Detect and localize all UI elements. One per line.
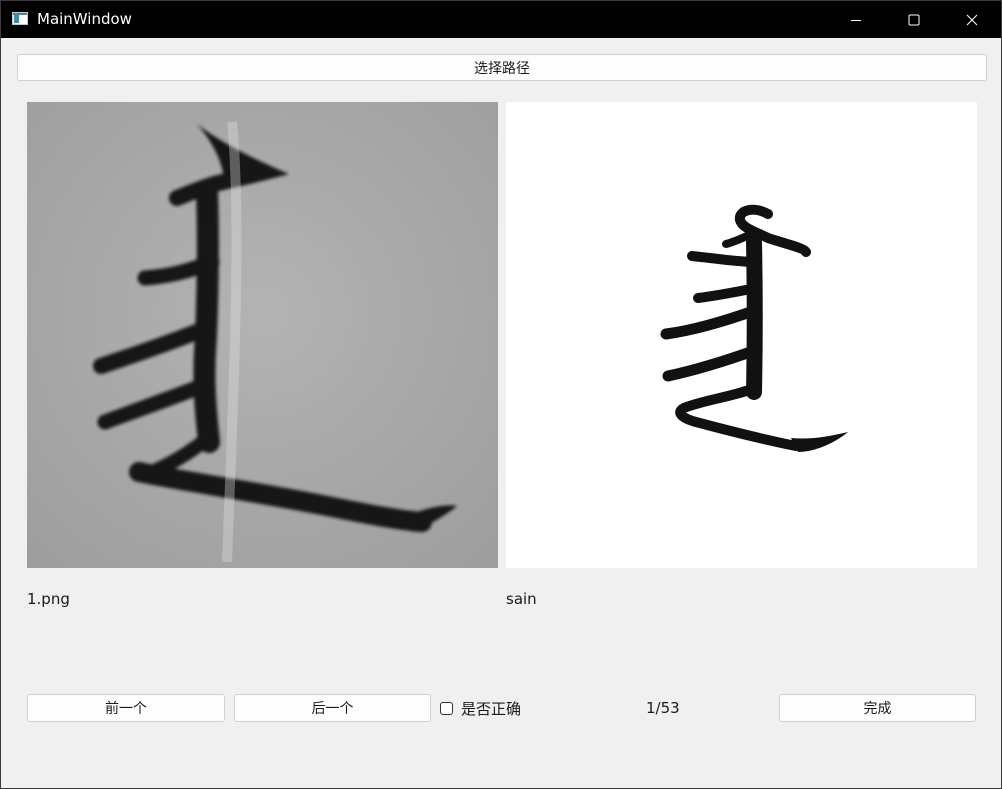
title-bar[interactable]: MainWindow <box>1 1 1001 38</box>
source-filename: 1.png <box>27 590 70 608</box>
select-path-button[interactable]: 选择路径 <box>17 54 987 81</box>
checkbox-box[interactable] <box>440 701 453 715</box>
next-button[interactable]: 后一个 <box>234 694 431 722</box>
maximize-button[interactable] <box>885 1 943 38</box>
app-icon <box>12 12 28 25</box>
predicted-image <box>506 102 977 568</box>
predicted-label: sain <box>506 590 537 608</box>
correct-checkbox[interactable]: 是否正确 <box>440 698 521 718</box>
page-counter: 1/53 <box>646 699 680 717</box>
main-window: MainWindow 选择路径 1.png sain 前一个 后一个 是否正确 … <box>0 0 1002 789</box>
done-button[interactable]: 完成 <box>779 694 976 722</box>
close-icon <box>966 14 978 25</box>
checkbox-label[interactable]: 是否正确 <box>461 698 521 719</box>
minimize-icon <box>851 19 861 21</box>
window-title: MainWindow <box>37 10 132 28</box>
handwritten-glyph-image <box>27 102 498 568</box>
rendered-glyph-image <box>506 102 977 568</box>
close-button[interactable] <box>943 1 1001 38</box>
previous-button[interactable]: 前一个 <box>27 694 225 722</box>
minimize-button[interactable] <box>827 1 885 38</box>
maximize-icon <box>908 14 920 25</box>
source-image <box>27 102 498 568</box>
